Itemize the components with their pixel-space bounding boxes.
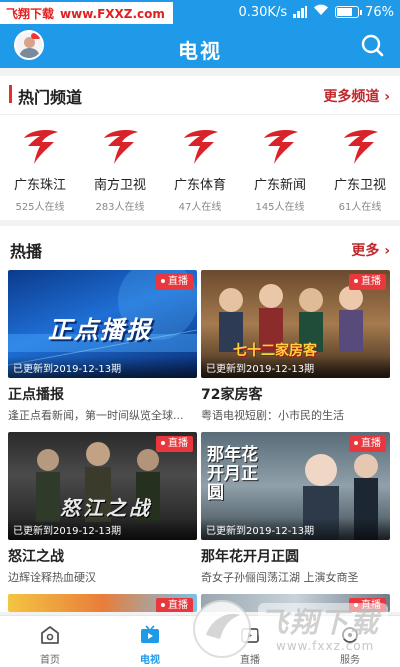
chevron-right-icon: › (384, 243, 390, 259)
channel-online-count: 283人在线 (95, 202, 145, 213)
show-card[interactable]: 怒江之战 直播 已更新到2019-12-13期 怒江之战 边辉诠释热血硬汉 (8, 432, 197, 585)
update-info: 已更新到2019-12-13期 (201, 356, 390, 378)
nav-home[interactable]: 首页 (0, 616, 100, 667)
gdtv-logo-icon (178, 124, 222, 166)
show-card[interactable]: 七十二家房客 直播 已更新到2019-12-13期 72家房客 粤语电视短剧：小… (201, 270, 390, 423)
update-info: 已更新到2019-12-13期 (8, 356, 197, 378)
show-thumb-text: 怒江之战 (60, 496, 152, 520)
show-thumb-text: 那年花开月正圆 (207, 445, 258, 503)
show-thumb-text: 正点播报 (48, 316, 152, 344)
more-channels-label: 更多频道 (323, 89, 380, 105)
show-card[interactable]: 那年花开月正圆 直播 已更新到2019-12-13期 那年花开月正圆 奇女子孙俪… (201, 432, 390, 585)
show-title: 72家房客 (201, 387, 263, 403)
show-thumbnail: 那年花开月正圆 直播 已更新到2019-12-13期 (201, 432, 390, 540)
gdtv-logo-icon (98, 124, 142, 166)
app-bar: 电视 (0, 26, 400, 68)
channel-item[interactable]: 广东新闻 145人在线 (240, 124, 320, 213)
live-badge: 直播 (156, 274, 193, 290)
channel-name: 广东卫视 (333, 178, 386, 193)
hot-channels-title: 热门频道 (18, 88, 83, 107)
channel-list: 广东珠江 525人在线 南方卫视 283人在线 广东体育 47人在线 广东新闻 … (0, 124, 400, 213)
channel-name: 南方卫视 (93, 178, 146, 193)
show-description: 粤语电视短剧：小市民的生活 (201, 409, 344, 422)
live-badge: 直播 (349, 436, 386, 452)
show-card[interactable]: 直播 (8, 594, 197, 612)
update-info: 已更新到2019-12-13期 (201, 518, 390, 540)
channel-item[interactable]: 广东珠江 525人在线 (0, 124, 80, 213)
search-icon[interactable] (360, 33, 386, 59)
nav-label: 首页 (40, 655, 60, 666)
update-info: 已更新到2019-12-13期 (8, 518, 197, 540)
watermark-top: 飞翔下载 www.FXXZ.com (0, 2, 173, 24)
chevron-right-icon: › (384, 89, 390, 105)
more-channels-link[interactable]: 更多频道 › (323, 86, 390, 106)
battery-percent: 76% (365, 4, 394, 20)
watermark-bottom: 飞翔下载 www.fxxz.com (190, 593, 400, 663)
hot-shows-title: 热播 (10, 242, 43, 261)
section-accent-bar (9, 85, 12, 103)
channel-name: 广东珠江 (13, 178, 66, 193)
tv-icon (139, 625, 161, 649)
channel-name: 广东体育 (173, 178, 226, 193)
show-description: 奇女子孙俪闯荡江湖 上演女商圣 (201, 571, 359, 584)
watermark-bottom-url: www.fxxz.com (276, 639, 375, 653)
watermark-name: 飞翔下载 (6, 7, 55, 21)
screen: 飞翔下载 www.FXXZ.com 0.30K/s 76% 电视 热门频道 更多… (0, 0, 400, 667)
bottom-nav: 首页 电视 直播 服务 飞翔下载 www.fxxz.com (0, 600, 400, 667)
live-badge: 直播 (156, 598, 193, 612)
network-speed: 0.30K/s (238, 4, 288, 20)
gdtv-logo-icon (258, 124, 302, 166)
hot-shows-section: 热播 更多 › 正点播报 直播 已更新到2019-12-13期 正点播报 逢正点… (0, 226, 400, 612)
channel-item[interactable]: 广东体育 47人在线 (160, 124, 240, 213)
show-thumbnail: 怒江之战 直播 已更新到2019-12-13期 (8, 432, 197, 540)
battery-icon (335, 6, 363, 18)
show-title: 怒江之战 (8, 549, 64, 565)
show-card[interactable]: 正点播报 直播 已更新到2019-12-13期 正点播报 逢正点看新闻，第一时间… (8, 270, 197, 423)
signal-icon (293, 6, 308, 18)
channel-item[interactable]: 南方卫视 283人在线 (80, 124, 160, 213)
watermark-url: www.FXXZ.com (60, 7, 165, 21)
channel-online-count: 47人在线 (178, 202, 222, 213)
channel-online-count: 145人在线 (255, 202, 305, 213)
show-description: 边辉诠释热血硬汉 (8, 571, 96, 584)
show-title: 正点播报 (8, 387, 64, 403)
wifi-icon (313, 4, 329, 20)
gdtv-logo-icon (18, 124, 62, 166)
live-badge: 直播 (349, 274, 386, 290)
show-description: 逢正点看新闻，第一时间纵览全球... (8, 409, 184, 422)
channel-online-count: 525人在线 (15, 202, 65, 213)
channel-name: 广东新闻 (253, 178, 306, 193)
show-title: 那年花开月正圆 (201, 549, 299, 565)
hot-channels-section: 热门频道 更多频道 › 广东珠江 525人在线 南方卫视 283人在线 广东体育… (0, 76, 400, 220)
home-icon (39, 626, 61, 649)
more-shows-label: 更多 (351, 243, 380, 259)
channel-online-count: 61人在线 (338, 202, 382, 213)
nav-label: 电视 (140, 655, 160, 666)
watermark-bottom-name: 飞翔下载 (260, 606, 381, 639)
nav-tv[interactable]: 电视 (100, 616, 200, 667)
live-badge: 直播 (156, 436, 193, 452)
gdtv-logo-icon (338, 124, 382, 166)
page-title: 电视 (178, 39, 222, 63)
show-thumbnail: 直播 (8, 594, 197, 612)
more-shows-link[interactable]: 更多 › (351, 240, 390, 260)
channel-item[interactable]: 广东卫视 61人在线 (320, 124, 400, 213)
show-thumbnail: 正点播报 直播 已更新到2019-12-13期 (8, 270, 197, 378)
status-bar: 飞翔下载 www.FXXZ.com 0.30K/s 76% (0, 0, 400, 26)
show-thumbnail: 七十二家房客 直播 已更新到2019-12-13期 (201, 270, 390, 378)
